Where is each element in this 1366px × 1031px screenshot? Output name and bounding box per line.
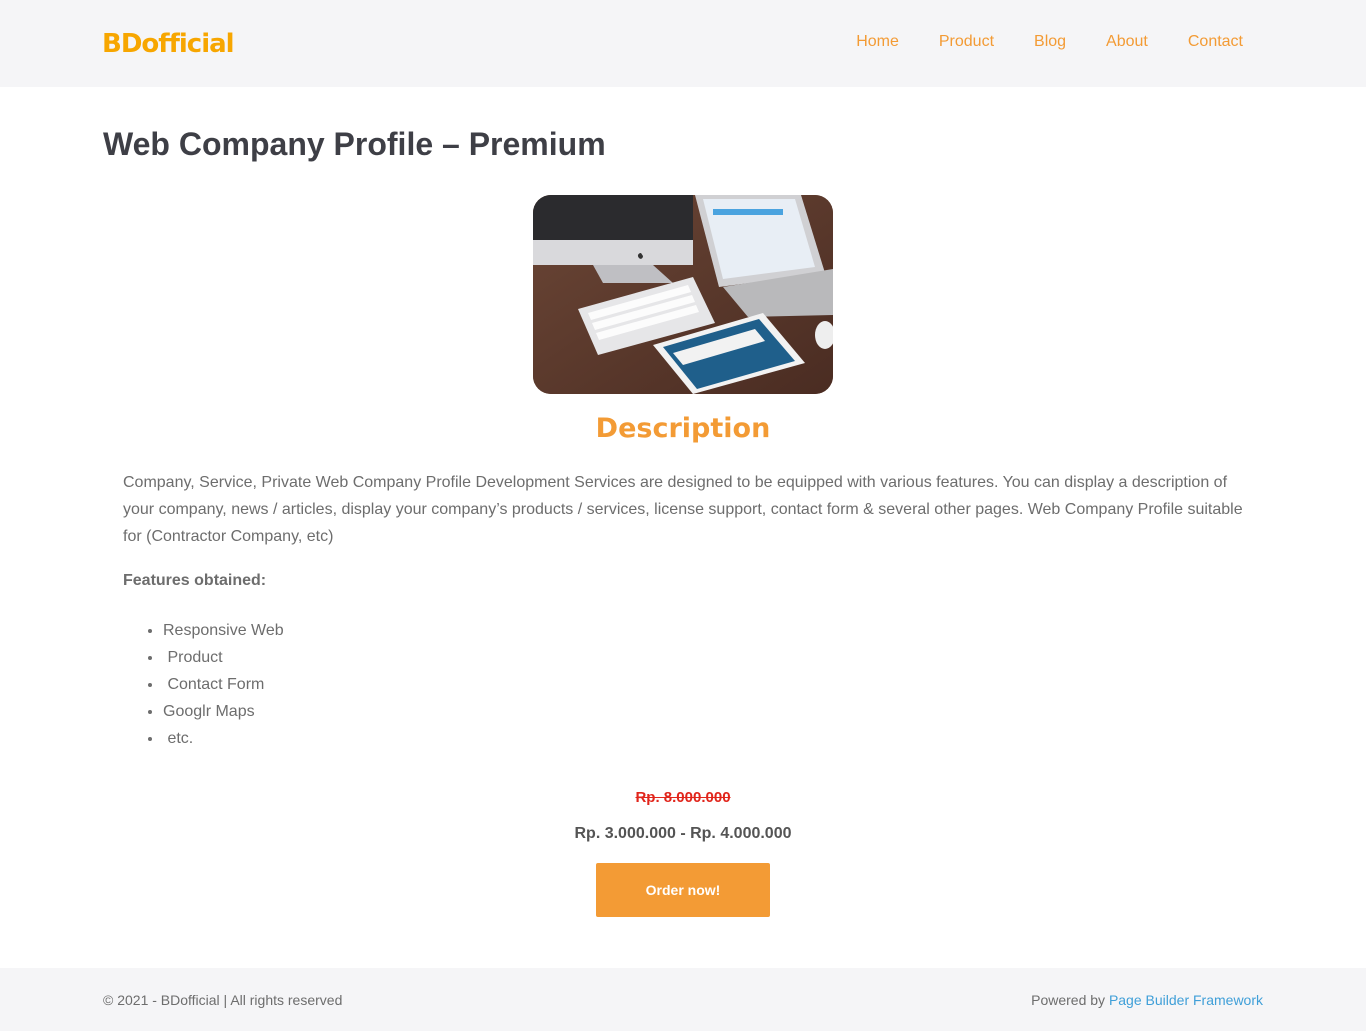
list-item: Contact Form: [163, 671, 284, 698]
description-heading: Description: [595, 413, 771, 444]
workspace-illustration: [533, 195, 833, 394]
powered-by: Powered by Page Builder Framework: [1031, 992, 1263, 1008]
main-nav: Home Product Blog About Contact: [816, 33, 1243, 51]
powered-prefix: Powered by: [1031, 992, 1109, 1008]
nav-blog[interactable]: Blog: [1034, 33, 1066, 51]
sale-price: Rp. 3.000.000 - Rp. 4.000.000: [574, 825, 792, 842]
features-list: Responsive Web Product Contact Form Goog…: [163, 617, 284, 752]
site-logo[interactable]: BDofficial: [102, 29, 235, 59]
page-title: Web Company Profile – Premium: [103, 126, 606, 162]
site-footer: © 2021 - BDofficial | All rights reserve…: [0, 968, 1366, 1031]
order-now-button[interactable]: Order now!: [596, 863, 770, 917]
nav-product[interactable]: Product: [939, 33, 994, 51]
copyright-text: © 2021 - BDofficial | All rights reserve…: [103, 992, 343, 1008]
list-item: Responsive Web: [163, 617, 284, 644]
description-text: Company, Service, Private Web Company Pr…: [123, 474, 1243, 545]
page-builder-link[interactable]: Page Builder Framework: [1109, 992, 1263, 1008]
original-price: Rp. 8.000.000: [635, 789, 731, 806]
nav-about[interactable]: About: [1106, 33, 1148, 51]
list-item: etc.: [163, 725, 284, 752]
nav-contact[interactable]: Contact: [1188, 33, 1243, 51]
list-item: Googlr Maps: [163, 698, 284, 725]
site-header: BDofficial Home Product Blog About Conta…: [0, 0, 1366, 87]
product-image: [533, 195, 833, 394]
list-item: Product: [163, 644, 284, 671]
nav-home[interactable]: Home: [856, 33, 899, 51]
features-label: Features obtained:: [123, 572, 267, 589]
